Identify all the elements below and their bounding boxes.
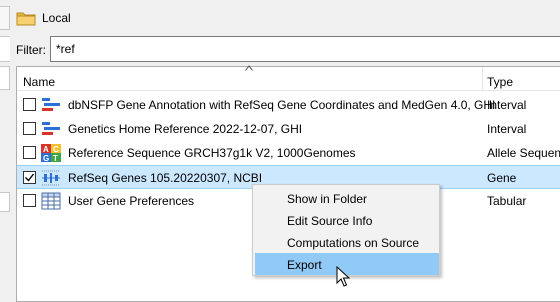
location-button[interactable]: Local <box>16 6 71 30</box>
left-pane-edge <box>0 66 10 302</box>
interval-track-icon <box>41 120 61 138</box>
svg-text:G: G <box>43 154 49 162</box>
row-name: Reference Sequence GRCH37g1k V2, 1000Gen… <box>68 146 356 160</box>
menu-item-computations-on-source[interactable]: Computations on Source <box>255 231 439 253</box>
row-checkbox[interactable] <box>23 194 36 207</box>
acgt-sequence-icon: A C G T <box>41 144 61 163</box>
list-header: Name Type <box>17 65 560 91</box>
svg-text:A: A <box>43 145 49 154</box>
row-name: Genetics Home Reference 2022-12-07, GHI <box>68 122 303 136</box>
context-menu: Show in Folder Edit Source Info Computat… <box>252 184 440 276</box>
row-type: Gene <box>487 171 517 185</box>
filter-label: Filter: <box>16 43 46 57</box>
row-name: User Gene Preferences <box>68 194 195 208</box>
column-header-name[interactable]: Name <box>23 75 55 89</box>
sort-ascending-icon <box>245 65 253 71</box>
row-type: Interval <box>487 98 527 112</box>
menu-item-label: Export <box>287 258 322 272</box>
row-checkbox-checked[interactable] <box>23 171 36 184</box>
interval-track-icon <box>41 96 61 114</box>
filter-input[interactable] <box>50 36 560 62</box>
svg-text:T: T <box>53 154 58 162</box>
row-type: Interval <box>487 122 527 136</box>
row-checkbox[interactable] <box>23 98 36 111</box>
list-item[interactable]: dbNSFP Gene Annotation with RefSeq Gene … <box>17 93 560 117</box>
menu-item-show-in-folder[interactable]: Show in Folder <box>255 187 439 209</box>
menu-item-label: Edit Source Info <box>287 214 373 228</box>
menu-item-label: Show in Folder <box>287 192 368 206</box>
folder-icon <box>16 10 36 26</box>
left-pane-selected-row[interactable] <box>0 192 10 212</box>
left-pane-header <box>0 66 10 90</box>
row-checkbox[interactable] <box>23 122 36 135</box>
list-item[interactable]: Genetics Home Reference 2022-12-07, GHI … <box>17 117 560 141</box>
filter-left-edge <box>0 36 10 62</box>
mouse-pointer-icon <box>336 266 350 287</box>
row-checkbox[interactable] <box>23 146 36 159</box>
toolbar: Local <box>0 0 560 36</box>
row-name: dbNSFP Gene Annotation with RefSeq Gene … <box>68 98 496 112</box>
gene-track-icon <box>41 169 61 187</box>
row-type: Tabular <box>487 194 527 208</box>
column-header-type[interactable]: Type <box>487 75 513 89</box>
toolbar-left-button[interactable] <box>0 6 10 30</box>
column-divider[interactable] <box>482 67 483 91</box>
svg-text:C: C <box>53 145 59 154</box>
location-label: Local <box>42 11 71 25</box>
row-name: RefSeq Genes 105.20220307, NCBI <box>68 171 263 185</box>
list-item[interactable]: A C G T Reference Sequence GRCH37g1k V2,… <box>17 141 560 165</box>
row-type: Allele Sequence <box>487 146 560 160</box>
menu-item-edit-source-info[interactable]: Edit Source Info <box>255 209 439 231</box>
menu-item-label: Computations on Source <box>287 236 420 250</box>
table-grid-icon <box>41 192 61 210</box>
